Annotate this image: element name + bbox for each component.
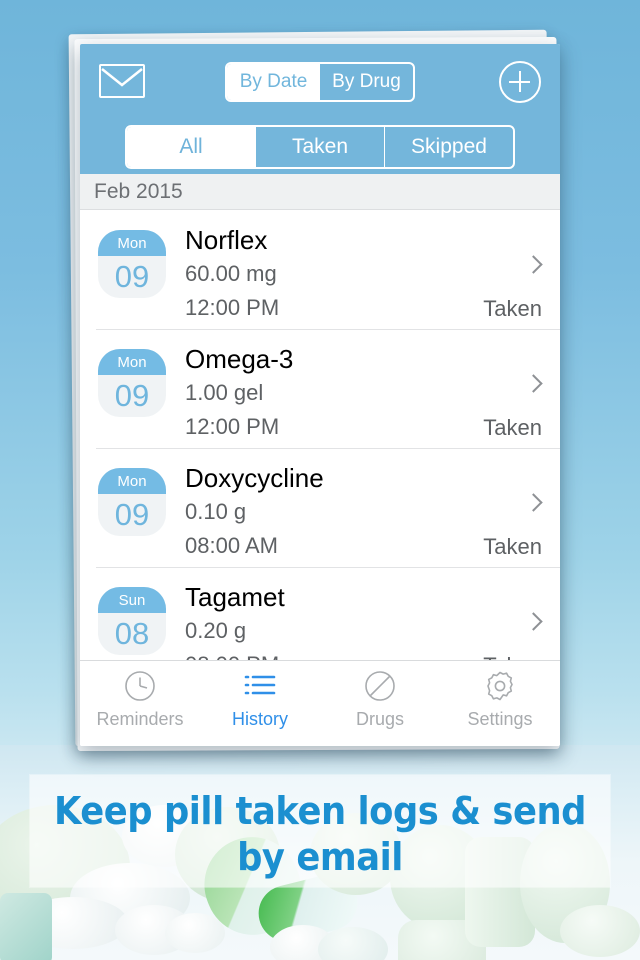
pill-bottle-shape <box>0 893 52 960</box>
pill-icon <box>363 669 397 703</box>
status-badge: Taken <box>483 415 542 440</box>
tab-label: History <box>231 709 288 729</box>
tab-settings[interactable]: Settings <box>440 669 560 730</box>
date-badge-day: 09 <box>114 259 150 294</box>
segment-all[interactable]: All <box>127 127 255 167</box>
drug-time: 12:00 PM <box>185 295 280 320</box>
tab-label: Drugs <box>355 709 404 729</box>
date-badge-weekday: Mon <box>98 468 166 494</box>
history-list: Mon 09 Norflex 60.00 mg 12:00 PM Taken M… <box>80 210 560 686</box>
drug-dose: 60.00 mg <box>185 261 277 286</box>
drug-name: Tagamet <box>185 582 285 612</box>
tab-label: Settings <box>467 709 533 729</box>
segment-by-date[interactable]: By Date <box>227 64 320 100</box>
date-badge-day: 08 <box>114 616 150 651</box>
pill-shape <box>560 905 640 957</box>
drug-time: 08:00 AM <box>185 533 278 558</box>
date-badge: Mon 09 <box>98 468 166 536</box>
plus-circle-icon[interactable] <box>499 61 541 103</box>
row-main: Norflex 60.00 mg 12:00 PM <box>166 222 410 324</box>
row-right: Taken <box>410 460 560 560</box>
table-row[interactable]: Mon 09 Doxycycline 0.10 g 08:00 AM Taken <box>80 448 560 567</box>
segment-skipped[interactable]: Skipped <box>384 127 513 167</box>
gear-icon <box>483 669 517 703</box>
date-badge-day: 09 <box>114 378 150 413</box>
filter-segmented-control[interactable]: All Taken Skipped <box>125 125 515 169</box>
row-main: Omega-3 1.00 gel 12:00 PM <box>166 341 410 443</box>
phone-screenshot-card: By Date By Drug All Taken Skipped Feb 20… <box>80 44 560 746</box>
clock-icon <box>123 669 157 703</box>
drug-name: Norflex <box>185 225 268 255</box>
sort-segmented-control[interactable]: By Date By Drug <box>225 62 415 102</box>
status-badge: Taken <box>483 534 542 559</box>
date-badge-weekday: Mon <box>98 349 166 375</box>
tab-reminders[interactable]: Reminders <box>80 669 200 730</box>
chevron-right-icon[interactable] <box>524 493 543 512</box>
drug-name: Doxycycline <box>185 463 324 493</box>
table-row[interactable]: Mon 09 Omega-3 1.00 gel 12:00 PM Taken <box>80 329 560 448</box>
tab-history[interactable]: History <box>200 669 320 730</box>
date-badge: Mon 09 <box>98 349 166 417</box>
envelope-icon[interactable] <box>99 64 145 98</box>
segment-by-drug[interactable]: By Drug <box>320 64 413 100</box>
caption-line-1: Keep pill taken logs & send <box>53 789 587 833</box>
pill-shape <box>318 927 388 960</box>
chevron-right-icon[interactable] <box>524 255 543 274</box>
caption-line-2: by email <box>237 835 403 879</box>
row-right: Taken <box>410 222 560 322</box>
row-main: Doxycycline 0.10 g 08:00 AM <box>166 460 410 562</box>
drug-dose: 1.00 gel <box>185 380 264 405</box>
row-right: Taken <box>410 341 560 441</box>
status-badge: Taken <box>483 296 542 321</box>
drug-dose: 0.20 g <box>185 618 247 643</box>
segment-taken[interactable]: Taken <box>255 127 384 167</box>
promo-caption: Keep pill taken logs & send by email <box>50 782 589 886</box>
tab-label: Reminders <box>96 709 184 729</box>
date-badge: Sun 08 <box>98 587 166 655</box>
pill-shape <box>165 913 225 953</box>
date-badge-weekday: Mon <box>98 230 166 256</box>
date-badge: Mon 09 <box>98 230 166 298</box>
chevron-right-icon[interactable] <box>524 374 543 393</box>
chevron-right-icon[interactable] <box>524 612 543 631</box>
list-icon <box>243 669 277 703</box>
tab-bar: Reminders History Drugs Settings <box>80 660 560 746</box>
section-header-month: Feb 2015 <box>80 174 560 210</box>
drug-time: 12:00 PM <box>185 414 280 439</box>
tab-drugs[interactable]: Drugs <box>320 669 440 730</box>
drug-dose: 0.10 g <box>185 499 247 524</box>
nav-header: By Date By Drug All Taken Skipped <box>80 44 560 174</box>
drug-name: Omega-3 <box>185 344 294 374</box>
table-row[interactable]: Mon 09 Norflex 60.00 mg 12:00 PM Taken <box>80 210 560 329</box>
date-badge-day: 09 <box>114 497 150 532</box>
date-badge-weekday: Sun <box>98 587 166 613</box>
